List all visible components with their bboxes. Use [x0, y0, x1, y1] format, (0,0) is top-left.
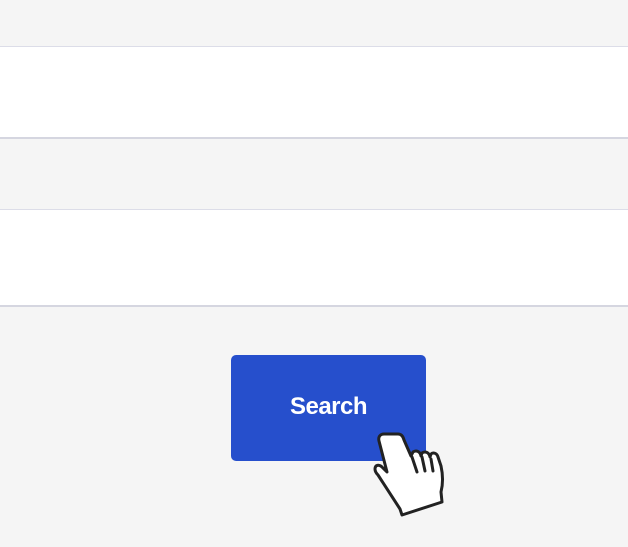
input-field-2[interactable] — [0, 209, 628, 307]
text-input-2[interactable] — [0, 210, 628, 305]
input-field-1[interactable] — [0, 46, 628, 139]
text-input-1[interactable] — [0, 47, 628, 137]
search-button[interactable]: Search — [231, 355, 426, 461]
